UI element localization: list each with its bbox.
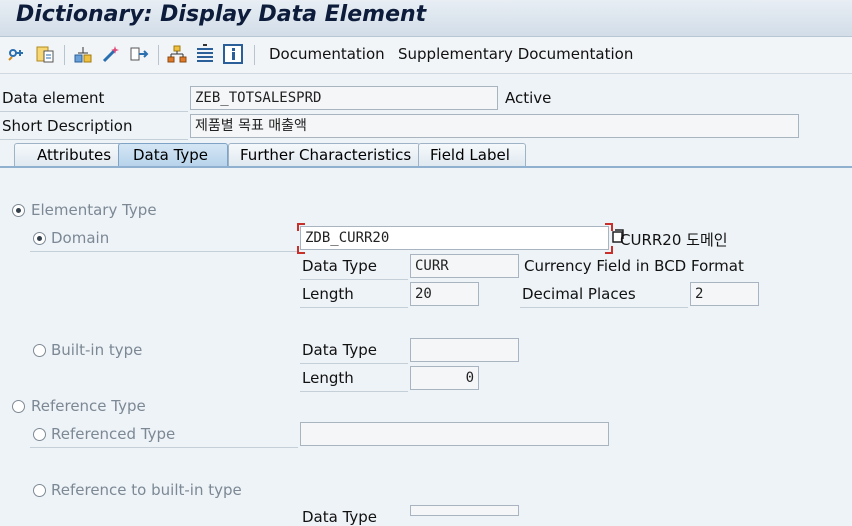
domain-length-label: Length [302, 285, 354, 303]
application-toolbar: Documentation Supplementary Documentatio… [0, 37, 852, 74]
status-text: Active [505, 89, 552, 107]
hierarchy-icon[interactable] [166, 43, 188, 65]
tab-label: Further Characteristics [240, 146, 412, 164]
toolbar-separator [158, 45, 159, 65]
tab-attributes[interactable]: Attributes [14, 143, 122, 167]
tab-label: Data Type [133, 146, 209, 164]
domain-radio[interactable] [33, 232, 46, 245]
referenced-type-field [300, 422, 609, 446]
reference-type-label: Reference Type [31, 397, 146, 415]
label-underline [300, 363, 408, 364]
reference-builtin-label: Reference to built-in type [51, 481, 242, 499]
domain-description: CURR20 도메인 [620, 231, 728, 249]
documentation-button[interactable]: Documentation [269, 45, 385, 63]
stack-icon[interactable] [194, 43, 216, 65]
where-used-icon[interactable] [72, 43, 94, 65]
builtin-data-type-label: Data Type [302, 341, 378, 359]
label-underline [300, 391, 408, 392]
label-underline [0, 111, 188, 112]
decimal-places-label: Decimal Places [522, 285, 636, 303]
referenced-type-label: Referenced Type [51, 425, 176, 443]
elementary-type-label: Elementary Type [31, 201, 157, 219]
supplementary-documentation-button[interactable]: Supplementary Documentation [398, 45, 633, 63]
reference-builtin-data-type-field [410, 505, 519, 516]
builtin-type-label: Built-in type [51, 341, 143, 359]
activate-icon[interactable] [100, 43, 122, 65]
reference-builtin-radio[interactable] [33, 484, 46, 497]
builtin-length-field: 0 [410, 366, 479, 390]
builtin-length-label: Length [302, 369, 354, 387]
focus-corner [297, 223, 305, 231]
label-underline [300, 279, 408, 280]
label-underline [30, 251, 298, 252]
tab-label: Attributes [37, 146, 112, 164]
domain-data-type-field: CURR [410, 254, 519, 278]
domain-data-type-label: Data Type [302, 257, 378, 275]
label-underline [520, 307, 688, 308]
domain-length-field: 20 [410, 282, 479, 306]
label-underline [30, 447, 298, 448]
label-underline [300, 307, 408, 308]
tab-label: Field Label [430, 146, 510, 164]
navigate-icon[interactable] [128, 43, 150, 65]
tab-further-characteristics[interactable]: Further Characteristics [228, 143, 420, 167]
domain-label: Domain [51, 229, 110, 247]
domain-field[interactable]: ZDB_CURR20 [300, 226, 609, 250]
elementary-type-radio[interactable] [12, 204, 25, 217]
info-icon[interactable] [222, 43, 244, 65]
data-element-field[interactable]: ZEB_TOTSALESPRD [190, 86, 498, 110]
display-change-icon[interactable] [34, 43, 56, 65]
focus-corner [605, 246, 613, 254]
decimal-places-field: 2 [690, 282, 759, 306]
toolbar-separator [64, 45, 65, 65]
domain-data-type-description: Currency Field in BCD Format [524, 257, 744, 275]
other-object-icon[interactable] [6, 43, 28, 65]
short-description-field[interactable]: 제품별 목표 매출액 [190, 114, 799, 138]
tab-field-label[interactable]: Field Label [418, 143, 526, 167]
focus-corner [297, 246, 305, 254]
reference-builtin-data-type-label: Data Type [302, 508, 378, 526]
short-description-label: Short Description [2, 117, 133, 135]
window-title: Dictionary: Display Data Element [16, 2, 427, 27]
label-underline [0, 139, 188, 140]
builtin-data-type-field [410, 338, 519, 362]
reference-type-radio[interactable] [12, 400, 25, 413]
referenced-type-radio[interactable] [33, 428, 46, 441]
tab-data-type[interactable]: Data Type [118, 143, 228, 167]
toolbar-separator [254, 45, 255, 65]
data-element-label: Data element [2, 89, 105, 107]
builtin-type-radio[interactable] [33, 344, 46, 357]
title-bar: Dictionary: Display Data Element [0, 0, 852, 37]
